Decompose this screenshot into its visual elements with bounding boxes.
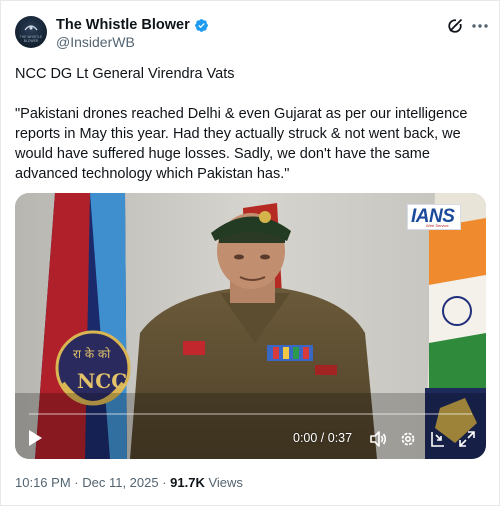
- grok-icon[interactable]: [447, 18, 463, 34]
- video-player[interactable]: IANS Wire Service रा के को NCC 0:00 / 0:…: [15, 193, 486, 459]
- author-display-name[interactable]: The Whistle Blower: [56, 17, 190, 33]
- author-handle[interactable]: @InsiderWB: [56, 34, 135, 50]
- flag-text-ncc: NCC: [77, 369, 128, 393]
- play-icon[interactable]: [27, 429, 43, 447]
- post-time[interactable]: 10:16 PM: [15, 475, 71, 490]
- avatar[interactable]: THE WHISTLE BLOWER: [15, 16, 47, 48]
- quote-line: reports in May this year. Had they actua…: [15, 126, 461, 142]
- video-time: 0:00 / 0:37: [293, 431, 353, 445]
- author-name-row[interactable]: The Whistle Blower: [56, 16, 209, 34]
- flag-text-hindi: रा के को: [73, 347, 111, 361]
- video-frame: [15, 193, 486, 459]
- post-quote: "Pakistani drones reached Delhi & even G…: [15, 104, 491, 184]
- verified-badge-icon[interactable]: [194, 18, 209, 33]
- quote-line: "Pakistani drones reached Delhi & even G…: [15, 106, 468, 122]
- post-meta: 10:16 PM · Dec 11, 2025 · 91.7K Views: [15, 475, 243, 490]
- avatar-logo-icon: [24, 25, 38, 31]
- post-text-line: NCC DG Lt General Virendra Vats: [15, 66, 235, 82]
- quote-line: would have suffered huge losses. Sadly, …: [15, 146, 430, 162]
- views-count[interactable]: 91.7K: [170, 475, 205, 490]
- avatar-text: THE WHISTLE BLOWER: [19, 35, 43, 43]
- pip-icon[interactable]: [428, 430, 446, 448]
- volume-icon[interactable]: [369, 430, 387, 448]
- quote-line: advanced technology which Pakistan has.": [15, 166, 290, 182]
- post-card[interactable]: THE WHISTLE BLOWER The Whistle Blower @I…: [0, 0, 500, 506]
- views-label: Views: [204, 475, 243, 490]
- meta-separator: ·: [158, 475, 171, 490]
- meta-separator: ·: [70, 475, 83, 490]
- fullscreen-icon[interactable]: [458, 430, 476, 448]
- settings-icon[interactable]: [399, 430, 417, 448]
- ians-watermark: IANS Wire Service: [407, 204, 461, 230]
- video-progress-bar[interactable]: [29, 413, 472, 415]
- post-date[interactable]: Dec 11, 2025: [82, 475, 158, 490]
- more-icon[interactable]: [471, 18, 489, 34]
- ians-watermark-sub: Wire Service: [426, 223, 449, 228]
